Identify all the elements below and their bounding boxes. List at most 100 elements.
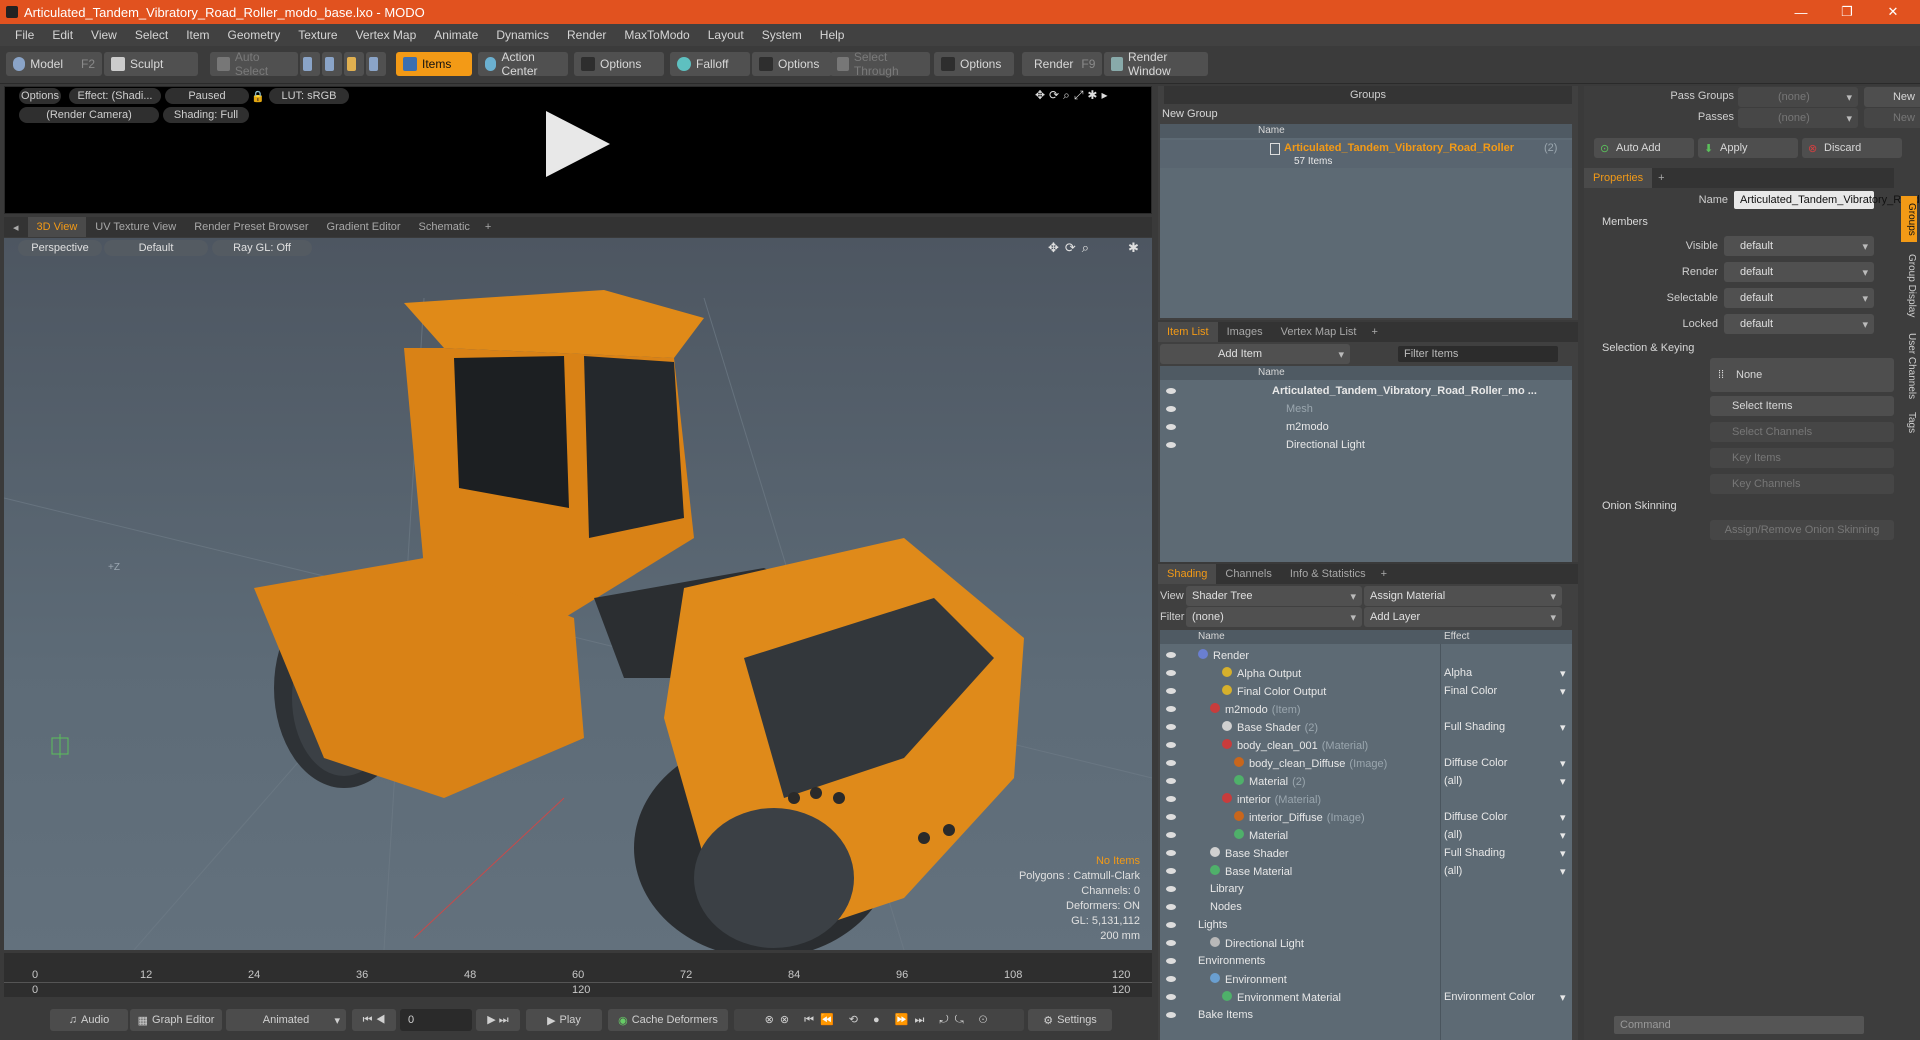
shader-row[interactable]: Library	[1160, 880, 1572, 898]
render-dropdown[interactable]: default	[1724, 262, 1874, 282]
lock-icon[interactable]: 🔒	[251, 88, 265, 104]
visibility-eye-icon[interactable]	[1166, 724, 1176, 730]
select-channels-button[interactable]: Select Channels	[1710, 422, 1894, 442]
shader-row[interactable]: m2modo (Item)	[1160, 700, 1572, 718]
item-row[interactable]: Mesh	[1160, 400, 1572, 418]
shader-row[interactable]: Render	[1160, 646, 1572, 664]
new-pass-group-button[interactable]: New	[1864, 87, 1920, 107]
visibility-eye-icon[interactable]	[1166, 976, 1176, 982]
shader-row[interactable]: Bake Items	[1160, 1006, 1572, 1024]
render-window-button[interactable]: Render Window	[1104, 50, 1208, 78]
effect-dropdown[interactable]: (all)	[1444, 865, 1462, 877]
menu-vertex-map[interactable]: Vertex Map	[347, 28, 426, 42]
shader-row[interactable]: Nodes	[1160, 898, 1572, 916]
visibility-eye-icon[interactable]	[1166, 742, 1176, 748]
settings-button[interactable]: ⚙ Settings	[1028, 1009, 1112, 1031]
shader-row[interactable]: Base Shader Full Shading ▾	[1160, 844, 1572, 862]
assign-material-dropdown[interactable]: Assign Material	[1364, 586, 1562, 606]
tab-3d-view[interactable]: 3D View	[27, 217, 87, 237]
effect-dropdown[interactable]: (all)	[1444, 829, 1462, 841]
3d-viewport[interactable]: Perspective Default Ray GL: Off ✥⟳⌕ ✱ +Z…	[4, 238, 1152, 950]
menu-help[interactable]: Help	[811, 28, 854, 42]
visibility-eye-icon[interactable]	[1166, 994, 1176, 1000]
add-tab-icon[interactable]: +	[1365, 326, 1383, 338]
tab-gradient-editor[interactable]: Gradient Editor	[318, 217, 410, 237]
visibility-eye-icon[interactable]	[1166, 886, 1176, 892]
menu-maxtomodo[interactable]: MaxToModo	[615, 28, 698, 42]
sculpt-mode-button[interactable]: Sculpt	[104, 52, 198, 76]
minimize-button[interactable]: —	[1778, 0, 1824, 24]
shader-row[interactable]: Environment Material Environment Color ▾	[1160, 988, 1572, 1006]
shader-row[interactable]: Base Shader (2) Full Shading ▾	[1160, 718, 1572, 736]
effect-dropdown[interactable]: Full Shading	[1444, 847, 1505, 859]
selectable-dropdown[interactable]: default	[1724, 288, 1874, 308]
visibility-eye-icon[interactable]	[1166, 688, 1176, 694]
new-pass-button[interactable]: New	[1864, 108, 1920, 128]
vertices-mode-button[interactable]	[300, 52, 320, 76]
add-tab-icon[interactable]: +	[479, 221, 497, 233]
visibility-eye-icon[interactable]	[1166, 706, 1176, 712]
shader-row[interactable]: interior_Diffuse (Image) Diffuse Color ▾	[1160, 808, 1572, 826]
tab-info-statistics[interactable]: Info & Statistics	[1281, 564, 1375, 584]
assign-onion-button[interactable]: Assign/Remove Onion Skinning	[1710, 520, 1894, 540]
visibility-eye-icon[interactable]	[1166, 958, 1176, 964]
menu-geometry[interactable]: Geometry	[219, 28, 290, 42]
side-tab-tags[interactable]: Tags	[1901, 408, 1917, 438]
preview-options-button[interactable]: Options	[19, 88, 61, 104]
filter-dropdown[interactable]: (none)	[1186, 607, 1362, 627]
animated-dropdown[interactable]: Animated ▾	[226, 1009, 346, 1031]
menu-item[interactable]: Item	[177, 28, 218, 42]
visibility-eye-icon[interactable]	[1166, 442, 1176, 448]
effect-dropdown[interactable]: Alpha	[1444, 667, 1472, 679]
side-tab-user-channels[interactable]: User Channels	[1901, 330, 1917, 402]
visible-dropdown[interactable]: default	[1724, 236, 1874, 256]
visibility-eye-icon[interactable]	[1166, 796, 1176, 802]
items-mode-button[interactable]: Items	[396, 52, 472, 76]
visibility-eye-icon[interactable]	[1166, 814, 1176, 820]
shader-row[interactable]: Material (2) (all) ▾	[1160, 772, 1572, 790]
visibility-eye-icon[interactable]	[1166, 760, 1176, 766]
tab-vertex-map-list[interactable]: Vertex Map List	[1272, 322, 1366, 342]
play-icon[interactable]	[546, 111, 610, 177]
play-button[interactable]: ▶ Play	[526, 1009, 602, 1031]
add-layer-dropdown[interactable]: Add Layer	[1364, 607, 1562, 627]
menu-file[interactable]: File	[6, 28, 43, 42]
filter-items-input[interactable]: Filter Items	[1398, 346, 1558, 362]
command-input[interactable]: Command	[1614, 1016, 1864, 1034]
tab-shading[interactable]: Shading	[1158, 564, 1217, 584]
preview-paused-button[interactable]: Paused	[165, 88, 249, 104]
new-group-button[interactable]: New Group	[1160, 106, 1220, 122]
view-dropdown[interactable]: Shader Tree	[1186, 586, 1362, 606]
shader-row[interactable]: body_clean_Diffuse (Image) Diffuse Color ▾	[1160, 754, 1572, 772]
shader-row[interactable]: Lights	[1160, 916, 1572, 934]
prev-key-buttons[interactable]: ⏮ ◀	[352, 1009, 396, 1031]
frame-input[interactable]: 0	[400, 1009, 472, 1031]
visibility-eye-icon[interactable]	[1166, 832, 1176, 838]
model-mode-button[interactable]: Model F2	[6, 52, 102, 76]
visibility-eye-icon[interactable]	[1166, 940, 1176, 946]
visibility-eye-icon[interactable]	[1166, 850, 1176, 856]
visibility-eye-icon[interactable]	[1166, 778, 1176, 784]
passes-dropdown[interactable]: (none)	[1738, 108, 1858, 128]
falloff-button[interactable]: Falloff	[670, 52, 750, 76]
shader-row[interactable]: body_clean_001 (Material)	[1160, 736, 1572, 754]
effect-dropdown[interactable]: Diffuse Color	[1444, 811, 1507, 823]
item-row[interactable]: Directional Light	[1160, 436, 1572, 454]
side-tab-group-display[interactable]: Group Display	[1901, 246, 1917, 326]
close-button[interactable]: ✕	[1870, 0, 1916, 24]
preview-controls[interactable]: ✥⟳⌕⤢✱▸	[1035, 88, 1112, 103]
preview-shading-dropdown[interactable]: Shading: Full	[163, 107, 249, 123]
members-section[interactable]: Members	[1602, 216, 1648, 228]
tab-item-list[interactable]: Item List	[1158, 322, 1218, 342]
graph-editor-button[interactable]: ▦ Graph Editor	[130, 1009, 222, 1031]
visibility-eye-icon[interactable]	[1166, 904, 1176, 910]
locked-dropdown[interactable]: default	[1724, 314, 1874, 334]
group-row[interactable]: Articulated_Tandem_Vibratory_Road_Roller…	[1160, 140, 1572, 168]
tab-channels[interactable]: Channels	[1216, 564, 1280, 584]
visibility-eye-icon[interactable]	[1166, 388, 1176, 394]
materials-mode-button[interactable]	[366, 52, 386, 76]
action-center-button[interactable]: Action Center	[478, 50, 568, 78]
visibility-eye-icon[interactable]	[1166, 1012, 1176, 1018]
shader-row[interactable]: interior (Material)	[1160, 790, 1572, 808]
auto-add-button[interactable]: ⊙ Auto Add	[1594, 138, 1694, 158]
